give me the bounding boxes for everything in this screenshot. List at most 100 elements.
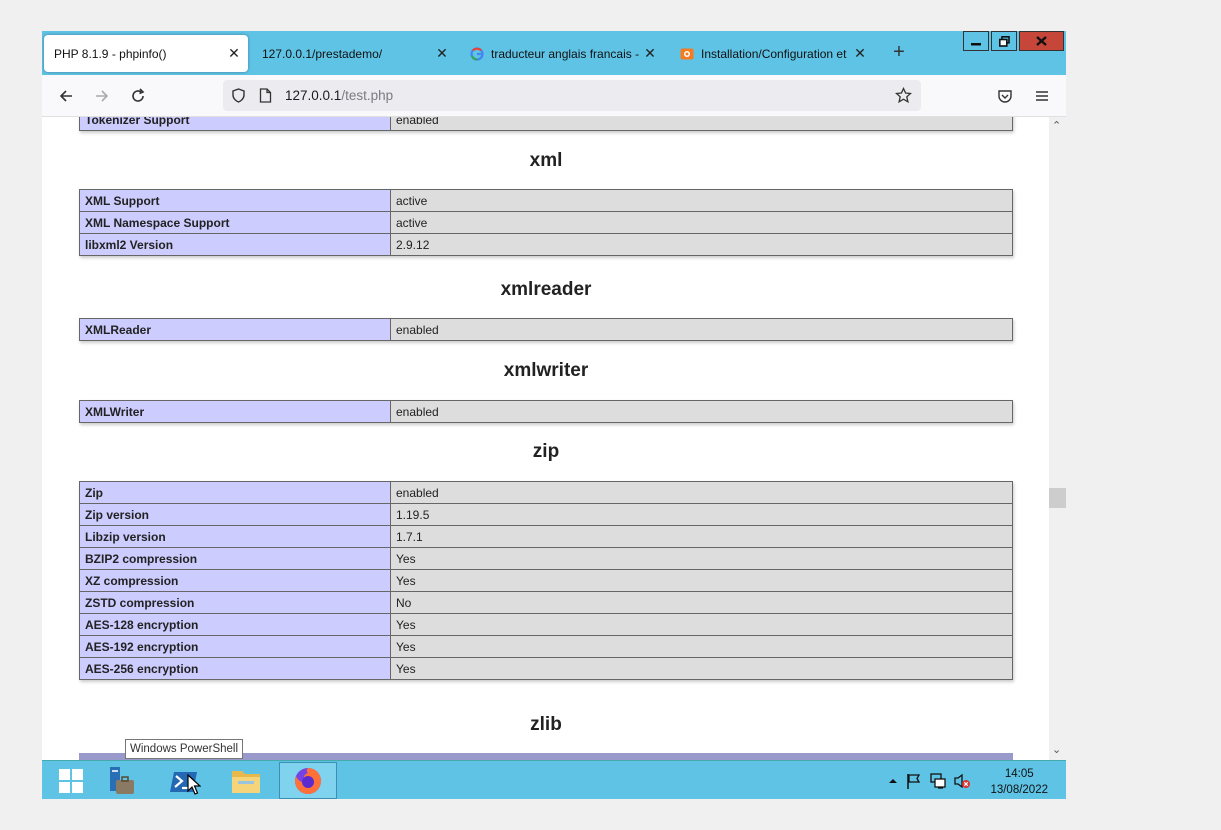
url-host: 127.0.0.1 <box>285 88 342 103</box>
row-value: Yes <box>390 547 1013 570</box>
row-key: AES-128 encryption <box>79 613 391 636</box>
vertical-scrollbar[interactable]: ⌃ ⌄ <box>1049 117 1066 760</box>
row-value: 1.19.5 <box>390 503 1013 526</box>
row-value: Yes <box>390 657 1013 680</box>
page-content: Tokenizer Support enabled xml XML Suppor… <box>42 117 1049 760</box>
row-value: active <box>390 189 1013 212</box>
minimize-icon <box>971 43 981 46</box>
server-manager-icon <box>110 766 134 794</box>
tab-label: 127.0.0.1/prestademo/ <box>262 46 383 61</box>
menu-button[interactable] <box>1030 84 1054 108</box>
forward-button[interactable] <box>90 84 114 108</box>
tab-strip: PHP 8.1.9 - phpinfo() ✕ 127.0.0.1/presta… <box>42 31 1066 75</box>
row-value: enabled <box>390 400 1013 423</box>
scroll-down-arrow-icon[interactable]: ⌄ <box>1052 743 1061 756</box>
new-tab-button[interactable]: + <box>888 42 910 64</box>
tab-label: PHP 8.1.9 - phpinfo() <box>54 46 167 61</box>
navigation-bar: 127.0.0.1/test.php <box>42 75 1066 117</box>
system-clock[interactable]: 14:05 13/08/2022 <box>990 766 1048 798</box>
scroll-up-arrow-icon[interactable]: ⌃ <box>1052 119 1061 132</box>
shield-icon[interactable] <box>231 88 246 103</box>
file-explorer-button[interactable] <box>217 762 275 799</box>
close-window-button[interactable] <box>1019 31 1064 51</box>
row-key: Libzip version <box>79 525 391 548</box>
tab-installation[interactable]: Installation/Configuration et ✕ <box>670 35 874 72</box>
table-row: AES-256 encryption Yes <box>79 657 1013 680</box>
start-button[interactable] <box>42 762 100 799</box>
table-row: ZSTD compression No <box>79 591 1013 614</box>
row-value: Yes <box>390 569 1013 592</box>
bookmark-star-icon[interactable] <box>895 87 912 104</box>
server-manager-button[interactable] <box>93 762 151 799</box>
back-arrow-icon <box>59 90 72 102</box>
table-row: Zip version 1.19.5 <box>79 503 1013 526</box>
section-title-zlib: zlib <box>530 714 562 735</box>
scrollbar-thumb[interactable] <box>1049 488 1066 508</box>
pocket-icon <box>998 90 1012 103</box>
row-value: enabled <box>390 318 1013 341</box>
row-value: 1.7.1 <box>390 525 1013 548</box>
tab-translator[interactable]: traducteur anglais francais - G ✕ <box>460 35 664 72</box>
clock-time: 14:05 <box>1004 768 1034 780</box>
restore-button[interactable] <box>991 31 1017 51</box>
row-value: Yes <box>390 635 1013 658</box>
row-key: XML Namespace Support <box>79 211 391 234</box>
row-key: XMLReader <box>79 318 391 341</box>
table-row: libxml2 Version 2.9.12 <box>79 233 1013 256</box>
url-path: /test.php <box>341 88 394 103</box>
table-row: AES-192 encryption Yes <box>79 635 1013 658</box>
close-icon[interactable]: ✕ <box>852 45 868 61</box>
row-value: No <box>390 591 1013 614</box>
google-icon <box>470 46 484 61</box>
row-key: XML Support <box>79 189 391 212</box>
show-hidden-icons-icon[interactable] <box>884 772 902 790</box>
network-icon[interactable] <box>929 772 947 790</box>
row-key: AES-256 encryption <box>79 657 391 680</box>
close-icon <box>1036 36 1047 46</box>
windows-logo-icon <box>59 768 83 793</box>
firefox-window: PHP 8.1.9 - phpinfo() ✕ 127.0.0.1/presta… <box>42 31 1066 799</box>
taskbar-tooltip: Windows PowerShell <box>125 739 244 759</box>
table-row: Libzip version 1.7.1 <box>79 525 1013 548</box>
section-title-xml: xml <box>529 150 563 171</box>
url-text[interactable]: 127.0.0.1/test.php <box>285 88 393 103</box>
restore-icon <box>998 35 1010 47</box>
powershell-button[interactable] <box>155 762 213 799</box>
row-value: enabled <box>390 117 1013 131</box>
section-title-zip: zip <box>532 441 560 462</box>
firefox-taskbar-button[interactable] <box>279 762 337 799</box>
pocket-button[interactable] <box>993 84 1017 108</box>
tab-phpinfo[interactable]: PHP 8.1.9 - phpinfo() ✕ <box>44 35 248 72</box>
close-icon[interactable]: ✕ <box>434 45 450 61</box>
reload-button[interactable] <box>126 84 150 108</box>
forward-arrow-icon <box>96 90 109 102</box>
page-icon[interactable] <box>259 88 272 103</box>
action-center-flag-icon[interactable] <box>905 772 923 790</box>
tab-label: traducteur anglais francais - G <box>491 46 641 61</box>
table-row: AES-128 encryption Yes <box>79 613 1013 636</box>
row-key: libxml2 Version <box>79 233 391 256</box>
section-title-xmlwriter: xmlwriter <box>503 360 589 381</box>
zip-table: Zip enabled Zip version 1.19.5 Libzip vers… <box>79 481 1013 680</box>
volume-muted-icon[interactable] <box>953 772 971 790</box>
row-key: Tokenizer Support <box>79 117 391 131</box>
row-key: ZSTD compression <box>79 591 391 614</box>
reload-icon <box>132 88 145 102</box>
table-row: XML Support active <box>79 189 1013 212</box>
table-row: XMLWriter enabled <box>79 400 1013 423</box>
table-row: Tokenizer Support enabled <box>79 117 1013 131</box>
close-icon[interactable]: ✕ <box>642 45 658 61</box>
row-key: BZIP2 compression <box>79 547 391 570</box>
site-favicon-icon <box>680 48 694 59</box>
back-button[interactable] <box>54 84 78 108</box>
xmlwriter-table: XMLWriter enabled <box>79 400 1013 423</box>
tokenizer-table: Tokenizer Support enabled <box>79 117 1013 131</box>
close-icon[interactable]: ✕ <box>226 45 242 61</box>
row-key: Zip <box>79 481 391 504</box>
tab-label: Installation/Configuration et <box>701 46 847 61</box>
url-bar[interactable]: 127.0.0.1/test.php <box>223 80 921 111</box>
minimize-button[interactable] <box>963 31 989 51</box>
row-value: enabled <box>390 481 1013 504</box>
table-row: XMLReader enabled <box>79 318 1013 341</box>
tab-prestademo[interactable]: 127.0.0.1/prestademo/ ✕ <box>252 35 456 72</box>
